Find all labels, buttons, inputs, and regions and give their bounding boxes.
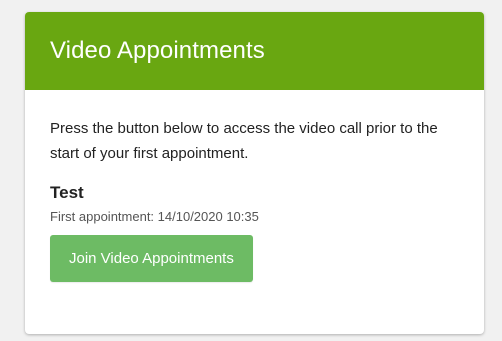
video-appointments-card: Video Appointments Press the button belo… [25, 12, 484, 334]
join-video-appointments-button[interactable]: Join Video Appointments [50, 235, 253, 282]
appointment-name: Test [50, 183, 84, 202]
card-description: Press the button below to access the vid… [50, 120, 438, 162]
card-title: Video Appointments [50, 37, 265, 64]
card-header: Video Appointments [25, 12, 484, 90]
first-appointment-time: First appointment: 14/10/2020 10:35 [50, 209, 259, 224]
card-body: Press the button below to access the vid… [25, 90, 484, 282]
